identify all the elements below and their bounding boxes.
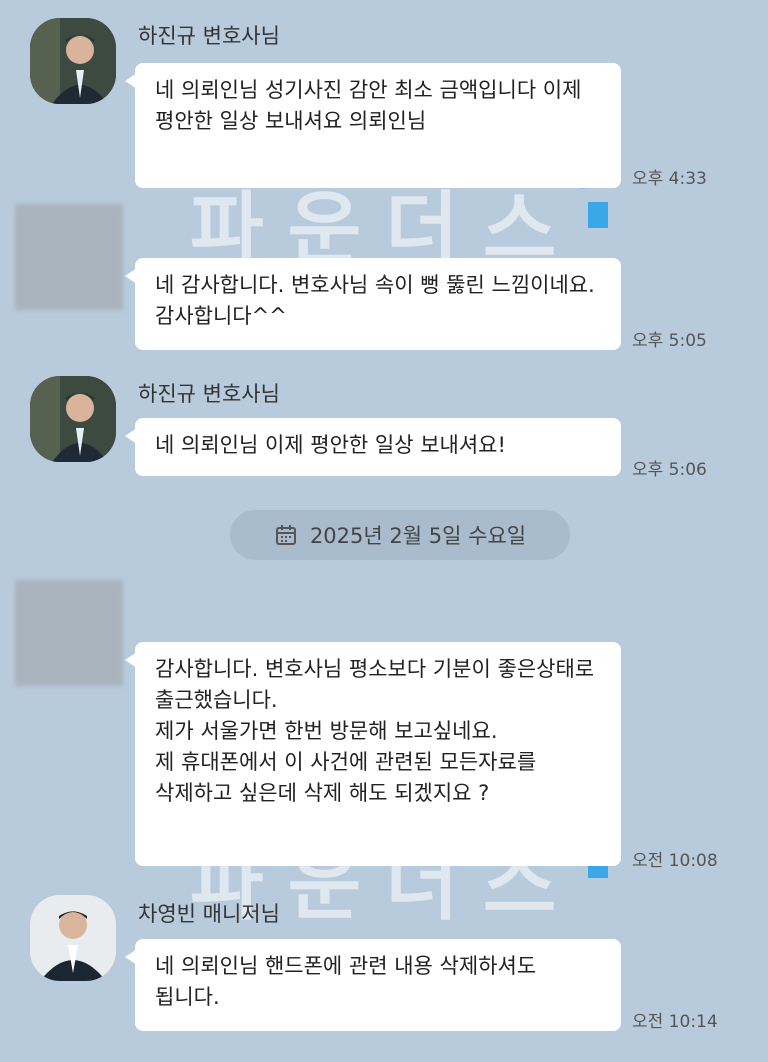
calendar-icon bbox=[275, 525, 296, 545]
avatar[interactable] bbox=[30, 376, 116, 462]
message-bubble[interactable]: 네 의뢰인님 성기사진 감안 최소 금액입니다 이제 평안한 일상 보내셔요 의… bbox=[125, 63, 621, 188]
sender-name: 하진규 변호사님 bbox=[138, 382, 280, 406]
avatar-photo-icon bbox=[30, 895, 116, 981]
avatar[interactable] bbox=[15, 204, 123, 310]
avatar-photo-icon bbox=[30, 376, 116, 462]
message-time: 오후 4:33 bbox=[632, 169, 707, 189]
avatar[interactable] bbox=[15, 580, 123, 686]
message-time: 오전 10:14 bbox=[632, 1012, 718, 1032]
date-divider: 2025년 2월 5일 수요일 bbox=[230, 510, 570, 560]
sender-name: 차영빈 매니저님 bbox=[138, 902, 280, 926]
avatar[interactable] bbox=[30, 895, 116, 981]
message-bubble[interactable]: 네 의뢰인님 핸드폰에 관련 내용 삭제하셔도 됩니다. bbox=[125, 939, 621, 1031]
avatar[interactable] bbox=[30, 18, 116, 104]
message-bubble[interactable]: 감사합니다. 변호사님 평소보다 기분이 좋은상태로 출근했습니다. 제가 서울… bbox=[125, 642, 621, 866]
message-bubble[interactable]: 네 의뢰인님 이제 평안한 일상 보내셔요! bbox=[125, 418, 621, 476]
date-divider-label: 2025년 2월 5일 수요일 bbox=[309, 524, 527, 548]
message-time: 오후 5:06 bbox=[632, 460, 707, 480]
avatar-photo-icon bbox=[30, 18, 116, 104]
message-time: 오전 10:08 bbox=[632, 851, 718, 871]
message-time: 오후 5:05 bbox=[632, 331, 707, 351]
message-bubble[interactable]: 네 감사합니다. 변호사님 속이 뻥 뚫린 느낌이네요. 감사합니다^^ bbox=[125, 258, 621, 350]
sender-name: 하진규 변호사님 bbox=[138, 24, 280, 48]
